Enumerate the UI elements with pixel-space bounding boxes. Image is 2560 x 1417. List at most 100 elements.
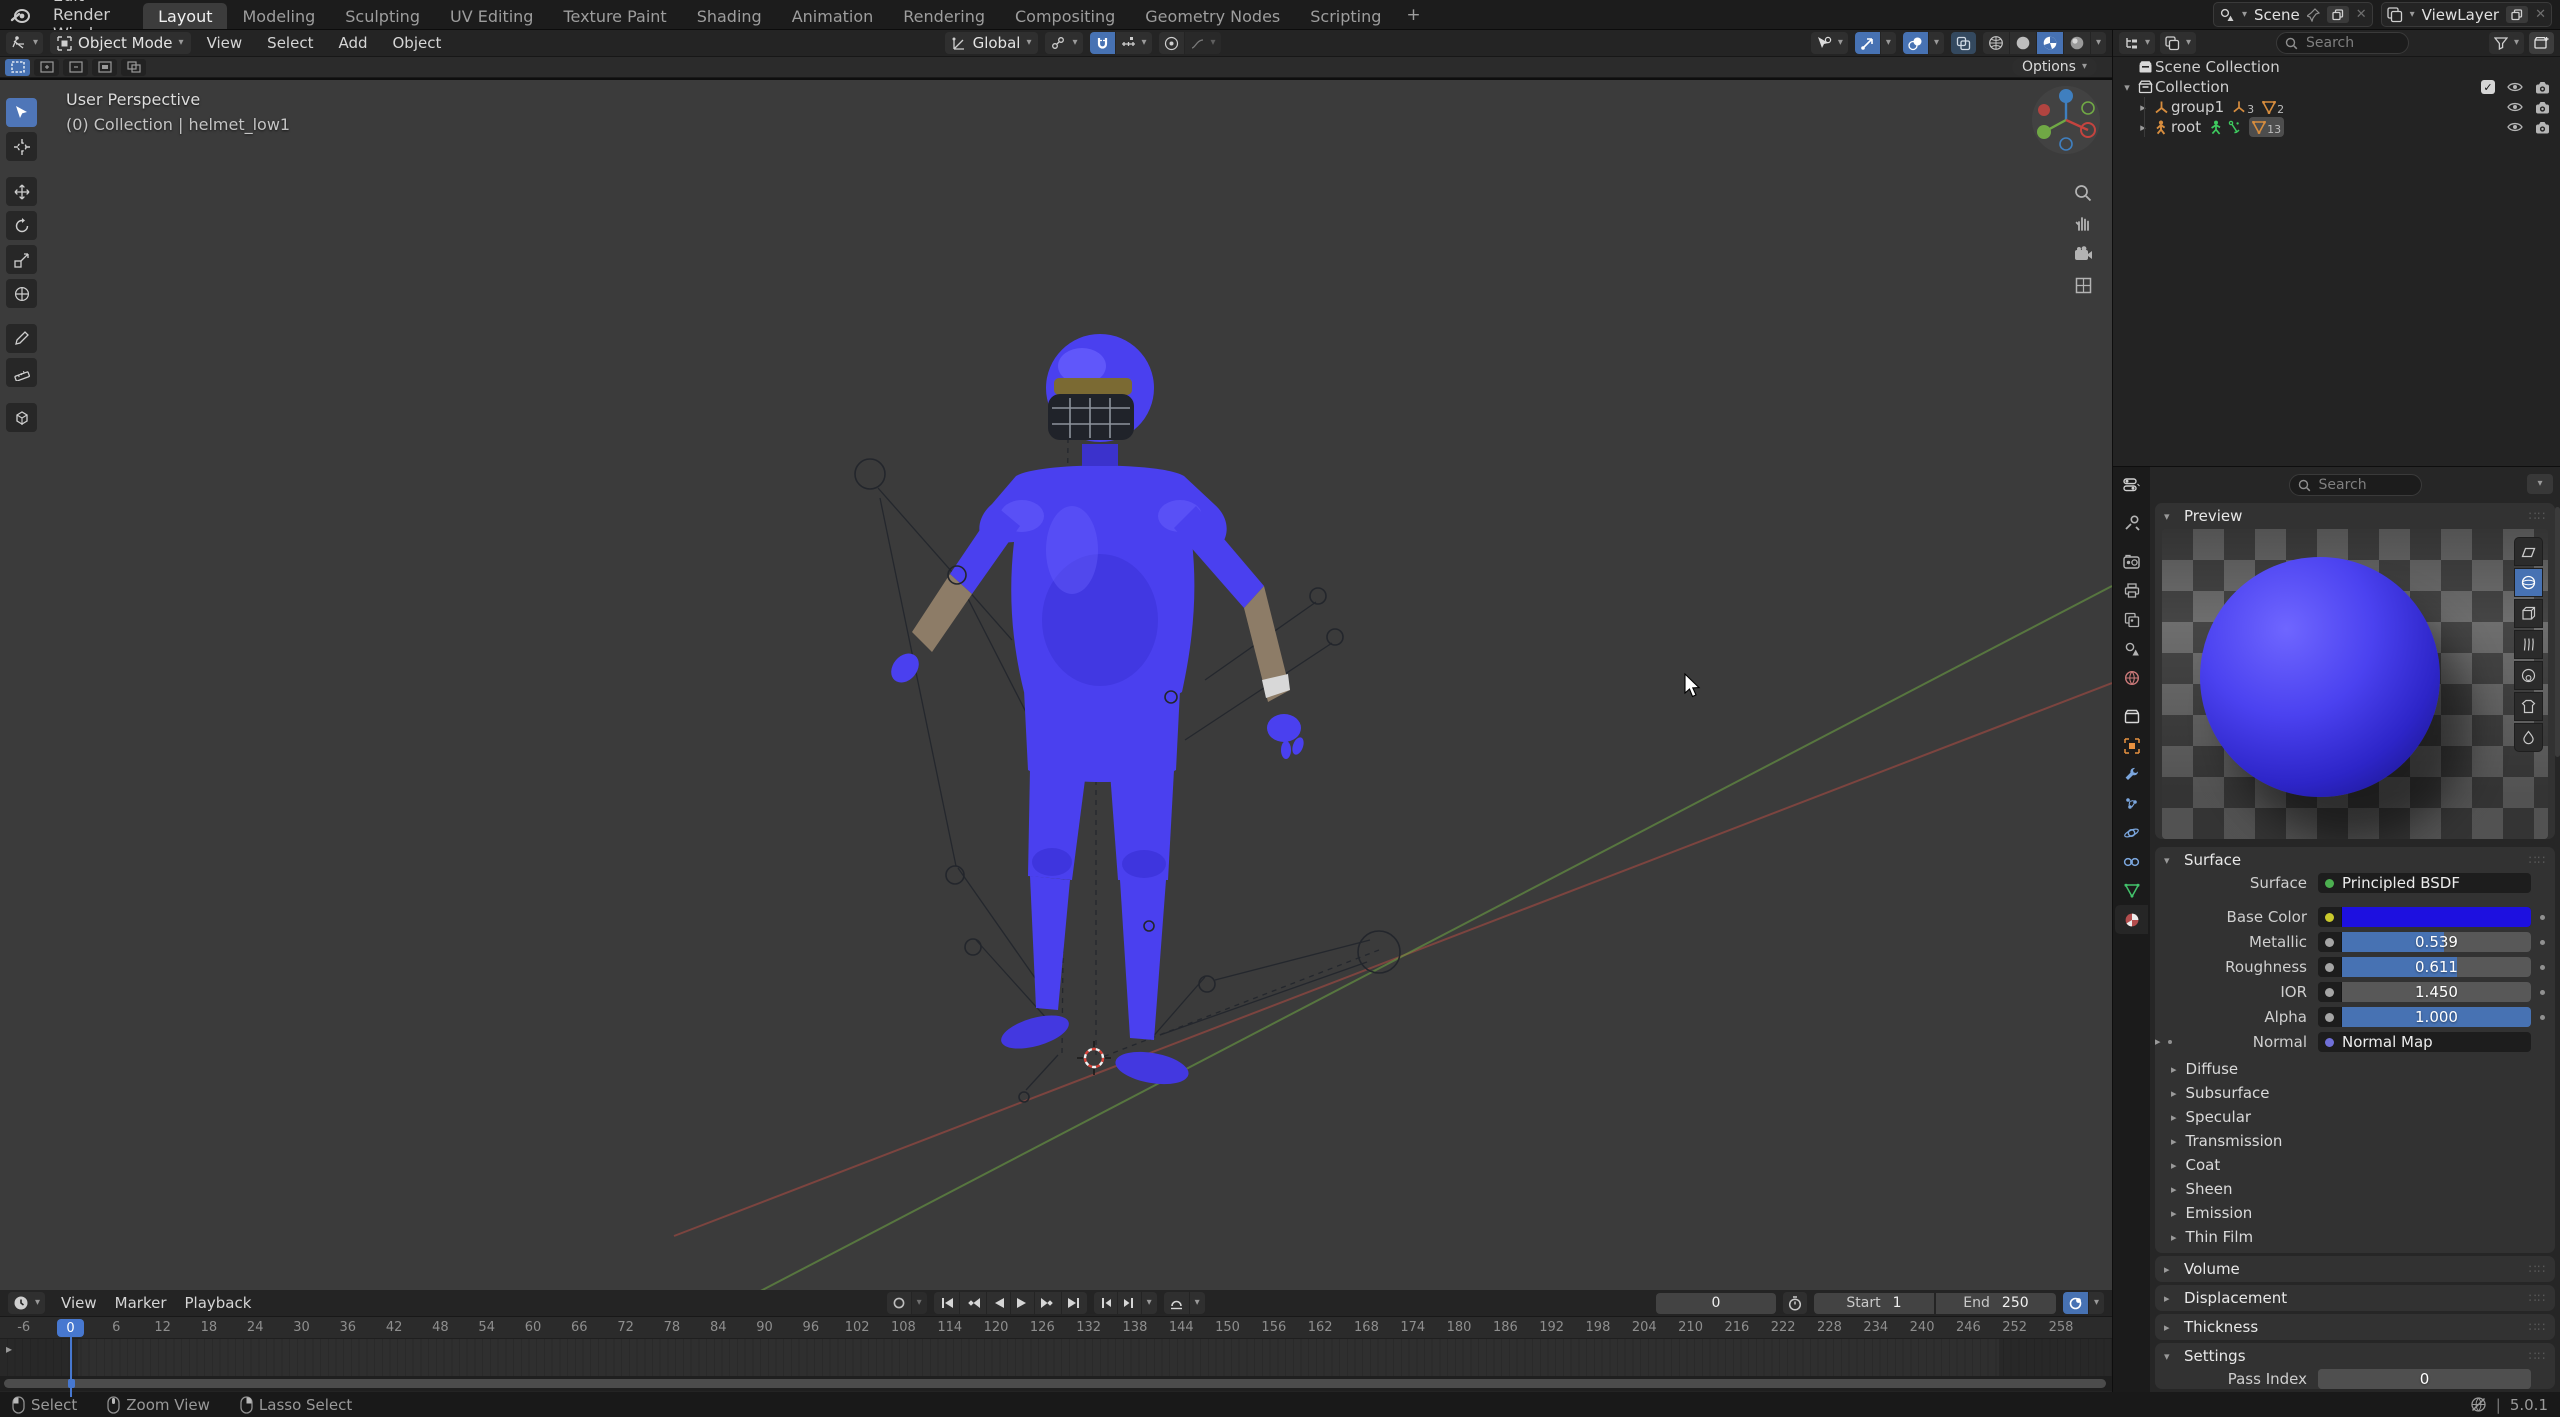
next-frame-button[interactable] <box>1118 1292 1141 1314</box>
subpanel-specular[interactable]: ▸Specular <box>2155 1105 2555 1129</box>
start-frame-field[interactable]: Start 1 <box>1814 1293 1934 1314</box>
shading-material-button[interactable] <box>2037 32 2063 54</box>
subpanel-diffuse[interactable]: ▸Diffuse <box>2155 1057 2555 1081</box>
hide-eye-icon[interactable] <box>2507 81 2523 93</box>
auto-keying-dropdown[interactable]: ▾ <box>912 1292 927 1314</box>
workspace-tab-compositing[interactable]: Compositing <box>1000 3 1130 29</box>
tab-data[interactable] <box>2115 876 2148 905</box>
tab-object[interactable] <box>2115 731 2148 760</box>
auto-keying-toggle[interactable] <box>887 1292 911 1314</box>
add-workspace-button[interactable]: + <box>1396 5 1430 25</box>
timeline-menu-playback[interactable]: Playback <box>176 1294 261 1312</box>
disable-render-icon[interactable] <box>2535 81 2550 94</box>
alpha-field[interactable]: 1.000 <box>2318 1007 2531 1027</box>
disable-render-icon[interactable] <box>2535 101 2550 114</box>
measure-tool[interactable] <box>6 358 37 387</box>
playback-sync-toggle[interactable] <box>2063 1292 2088 1314</box>
transform-orientation-dropdown[interactable]: Global ▾ <box>945 32 1039 54</box>
animate-decorator[interactable] <box>2540 990 2545 995</box>
surface-shader-field[interactable]: Principled BSDF <box>2318 873 2531 893</box>
tab-tool[interactable] <box>2115 508 2148 537</box>
jump-next-keyframe-button[interactable] <box>1035 1292 1061 1314</box>
viewport-canvas[interactable]: User Perspective (0) Collection | helmet… <box>0 80 2112 1290</box>
prev-frame-button[interactable] <box>1094 1292 1117 1314</box>
base-color-swatch[interactable] <box>2342 907 2531 927</box>
playhead[interactable]: 0 <box>57 1319 84 1337</box>
outliner-display-mode-dropdown[interactable]: ▾ <box>2160 32 2196 54</box>
cursor-tool[interactable] <box>6 132 37 161</box>
preview-flat-button[interactable] <box>2514 537 2543 566</box>
pan-view-button[interactable] <box>2070 210 2096 236</box>
workspace-tab-animation[interactable]: Animation <box>777 3 889 29</box>
annotate-tool[interactable] <box>6 324 37 353</box>
timeline-scrollbar[interactable] <box>0 1376 2112 1391</box>
properties-scrollbar[interactable] <box>2555 507 2560 757</box>
frame-jump-dropdown[interactable]: ▾ <box>1142 1292 1157 1314</box>
viewlayer-dropdown-icon[interactable]: ▾ <box>2410 10 2415 20</box>
expand-icon[interactable]: ▸ <box>2135 121 2151 134</box>
tab-world[interactable] <box>2115 663 2148 692</box>
visibility-dropdown[interactable]: ▾ <box>1811 32 1848 54</box>
tab-scene[interactable] <box>2115 634 2148 663</box>
outliner-row-scene-collection[interactable]: Scene Collection <box>2113 57 2560 77</box>
overlays-toggle[interactable] <box>1903 32 1928 54</box>
tab-output[interactable] <box>2115 576 2148 605</box>
add-primitive-tool[interactable] <box>6 403 37 432</box>
menu-view[interactable]: View <box>198 34 252 52</box>
jump-prev-keyframe-button[interactable] <box>960 1292 986 1314</box>
mode-dropdown[interactable]: Object Mode ▾ <box>50 32 191 54</box>
pin-icon[interactable] <box>2307 8 2320 22</box>
timeline-editor-type-dropdown[interactable]: ▾ <box>8 1292 45 1314</box>
volume-panel-header[interactable]: ▸Volume∷∷ <box>2155 1256 2555 1282</box>
timeline-menu-marker[interactable]: Marker <box>106 1294 176 1312</box>
overlays-dropdown[interactable]: ▾ <box>1929 32 1944 54</box>
shading-dropdown[interactable]: ▾ <box>2091 32 2106 54</box>
workspace-tab-texture-paint[interactable]: Texture Paint <box>548 3 681 29</box>
gizmo-z-axis[interactable] <box>2059 89 2073 103</box>
proportional-editing-toggle[interactable] <box>1159 32 1184 54</box>
row-label[interactable]: group1 <box>2171 98 2224 116</box>
unlink-scene-button[interactable]: ✕ <box>2356 7 2367 22</box>
preview-fluid-button[interactable] <box>2514 723 2543 752</box>
displacement-panel-header[interactable]: ▸Displacement∷∷ <box>2155 1285 2555 1311</box>
subpanel-coat[interactable]: ▸Coat <box>2155 1153 2555 1177</box>
animate-decorator[interactable] <box>2540 915 2545 920</box>
workspace-tab-uv-editing[interactable]: UV Editing <box>435 3 548 29</box>
end-frame-field[interactable]: End 250 <box>1936 1293 2056 1314</box>
timeline-ruler[interactable]: 0 -6061218243036424854606672788490961021… <box>0 1317 2112 1339</box>
outliner-row-group1[interactable]: ▸ group1 3 2 <box>2113 97 2560 117</box>
collection-checkbox[interactable]: ✓ <box>2481 80 2495 94</box>
shading-solid-button[interactable] <box>2010 32 2036 54</box>
outliner-search-input[interactable] <box>2304 34 2400 52</box>
navigation-gizmo[interactable] <box>2030 84 2102 156</box>
pivot-point-dropdown[interactable]: ▾ <box>1045 32 1082 54</box>
workspace-tab-modeling[interactable]: Modeling <box>227 3 330 29</box>
panel-grip-icon[interactable]: ∷∷ <box>2529 1349 2546 1363</box>
menu-object[interactable]: Object <box>384 34 451 52</box>
panel-grip-icon[interactable]: ∷∷ <box>2529 1291 2546 1305</box>
tab-physics[interactable] <box>2115 818 2148 847</box>
tab-constraints[interactable] <box>2115 847 2148 876</box>
gizmo-y-axis[interactable] <box>2037 125 2051 139</box>
properties-editor-type-dropdown[interactable] <box>2115 472 2148 498</box>
tab-render[interactable] <box>2115 547 2148 576</box>
animate-decorator[interactable] <box>2540 965 2545 970</box>
workspace-tab-geometry-nodes[interactable]: Geometry Nodes <box>1130 3 1295 29</box>
scene-datablock[interactable]: ▾ Scene ✕ <box>2213 2 2373 27</box>
keying-set-dropdown[interactable]: ▾ <box>1190 1292 1205 1314</box>
zoom-view-button[interactable] <box>2070 180 2096 206</box>
menu-select[interactable]: Select <box>258 34 322 52</box>
workspace-tab-scripting[interactable]: Scripting <box>1295 3 1396 29</box>
panel-grip-icon[interactable]: ∷∷ <box>2529 1320 2546 1334</box>
expand-normal-icon[interactable]: ▸ <box>2155 1035 2161 1048</box>
subpanel-thin-film[interactable]: ▸Thin Film <box>2155 1225 2555 1249</box>
panel-grip-icon[interactable]: ∷∷ <box>2529 1262 2546 1276</box>
normal-field[interactable]: Normal Map <box>2318 1032 2531 1052</box>
scene-dropdown-icon[interactable]: ▾ <box>2242 10 2247 20</box>
select-mode-subtract-button[interactable] <box>63 59 88 76</box>
preview-cube-button[interactable] <box>2514 599 2543 628</box>
subpanel-subsurface[interactable]: ▸Subsurface <box>2155 1081 2555 1105</box>
snap-target-dropdown[interactable]: ▾ <box>1116 32 1152 54</box>
outliner-filter-dropdown[interactable]: ▾ <box>2489 32 2524 54</box>
offline-globe-icon[interactable] <box>2470 1396 2487 1413</box>
